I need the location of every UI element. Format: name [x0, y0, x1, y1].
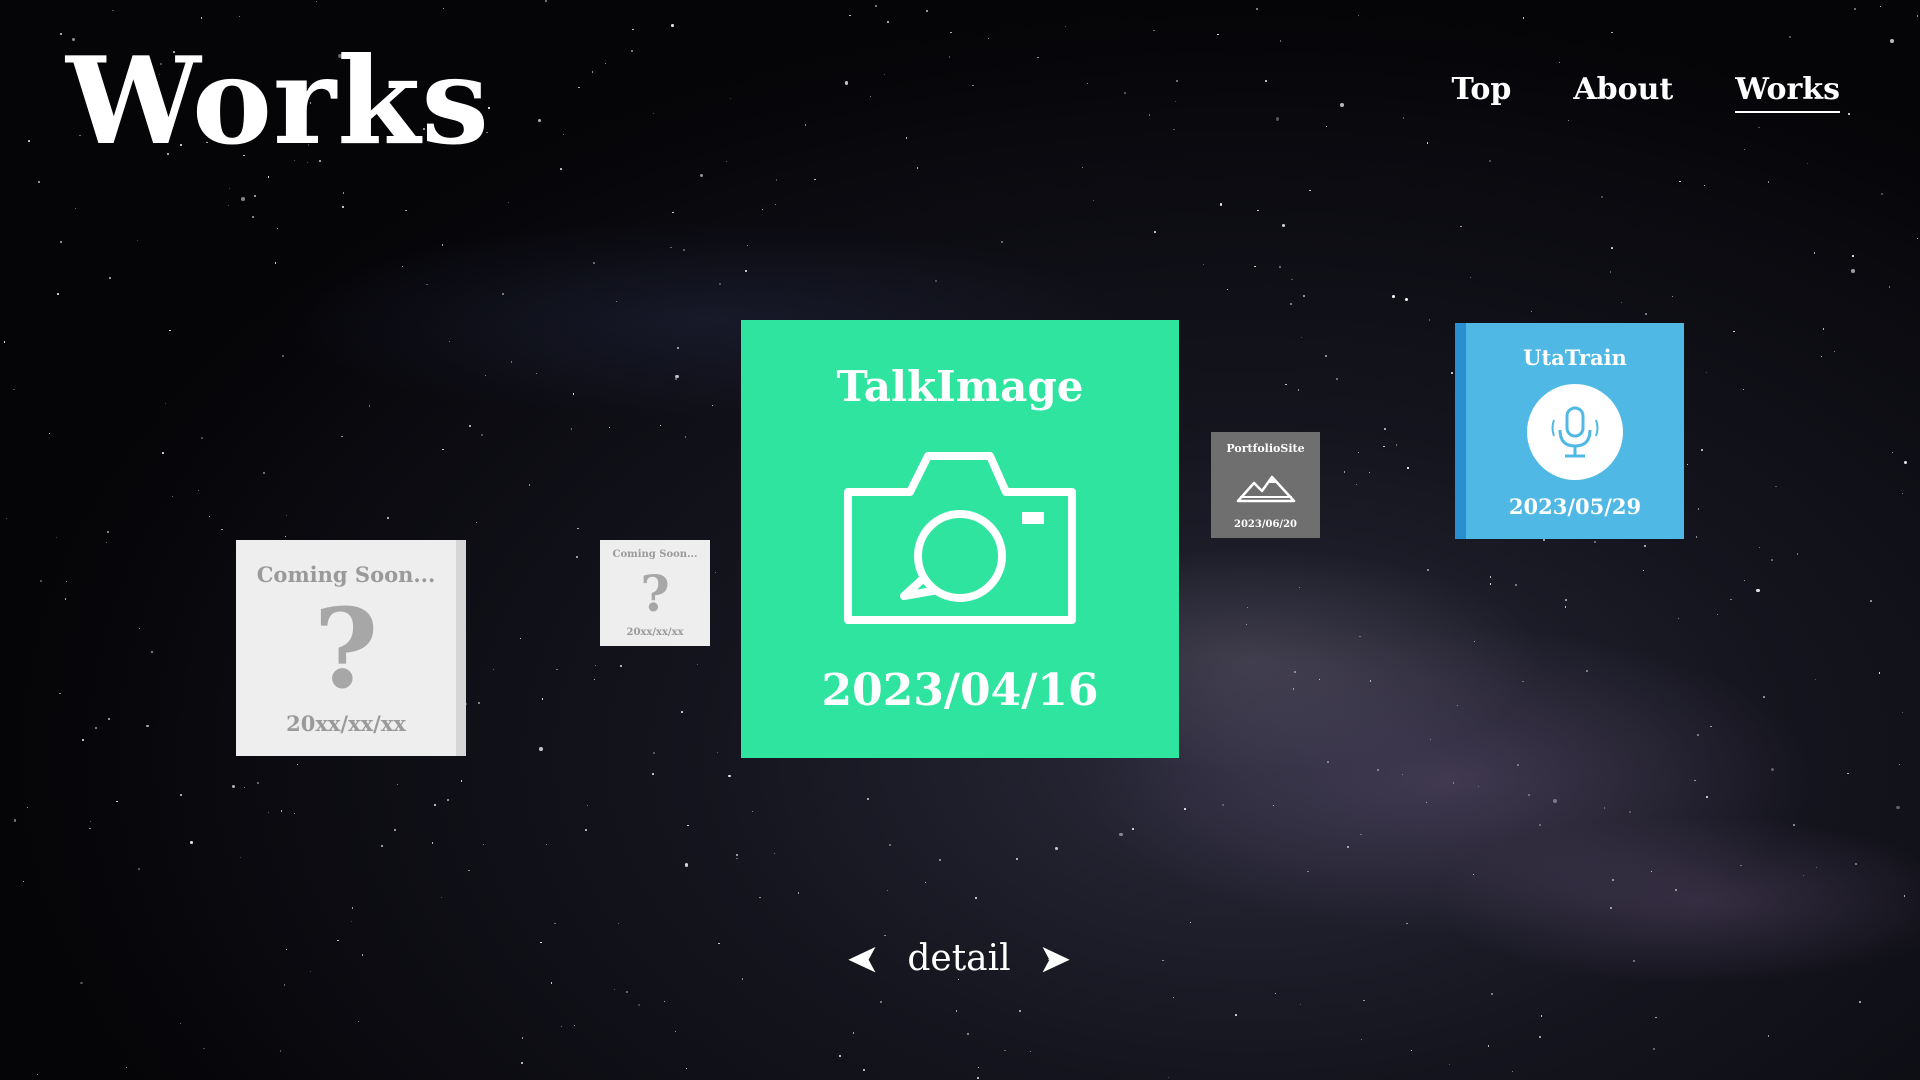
chevron-left-icon[interactable]: ➤: [848, 938, 878, 980]
carousel-controls: ➤ detail ➤: [848, 938, 1070, 980]
nav-link-about[interactable]: About: [1573, 72, 1673, 113]
work-card-title: TalkImage: [836, 362, 1084, 411]
mountain-icon: [1236, 475, 1295, 503]
top-nav: Top About Works: [1451, 72, 1840, 113]
work-card-utatrain[interactable]: UtaTrain 2023/05/29: [1466, 323, 1684, 539]
work-card-title: PortfolioSite: [1226, 442, 1305, 455]
work-card-date: 2023/05/29: [1508, 494, 1642, 519]
work-card-coming-soon-small[interactable]: Coming Soon... ? 20xx/xx/xx: [600, 540, 710, 646]
work-card-title: Coming Soon...: [612, 549, 698, 560]
nav-link-works[interactable]: Works: [1735, 72, 1840, 113]
question-mark-icon: ?: [640, 563, 670, 623]
nav-link-top[interactable]: Top: [1451, 72, 1511, 113]
work-card-talkimage[interactable]: TalkImage 2023/04/16: [741, 320, 1179, 758]
work-card-coming-soon[interactable]: Coming Soon... ? 20xx/xx/xx: [236, 540, 456, 756]
work-card-date: 20xx/xx/xx: [626, 627, 684, 638]
camera-chat-icon: [844, 452, 1076, 624]
work-card-portfoliosite[interactable]: PortfolioSite 2023/06/20: [1211, 432, 1320, 538]
work-card-date: 20xx/xx/xx: [286, 711, 406, 736]
page-title: Works: [66, 31, 490, 172]
microphone-icon: [1527, 384, 1623, 480]
work-card-title: UtaTrain: [1523, 345, 1627, 370]
work-card-date: 2023/06/20: [1234, 519, 1297, 530]
question-mark-icon: ?: [313, 584, 379, 713]
work-card-date: 2023/04/16: [821, 665, 1099, 716]
detail-link[interactable]: detail: [907, 938, 1010, 979]
chevron-right-icon[interactable]: ➤: [1040, 941, 1070, 977]
